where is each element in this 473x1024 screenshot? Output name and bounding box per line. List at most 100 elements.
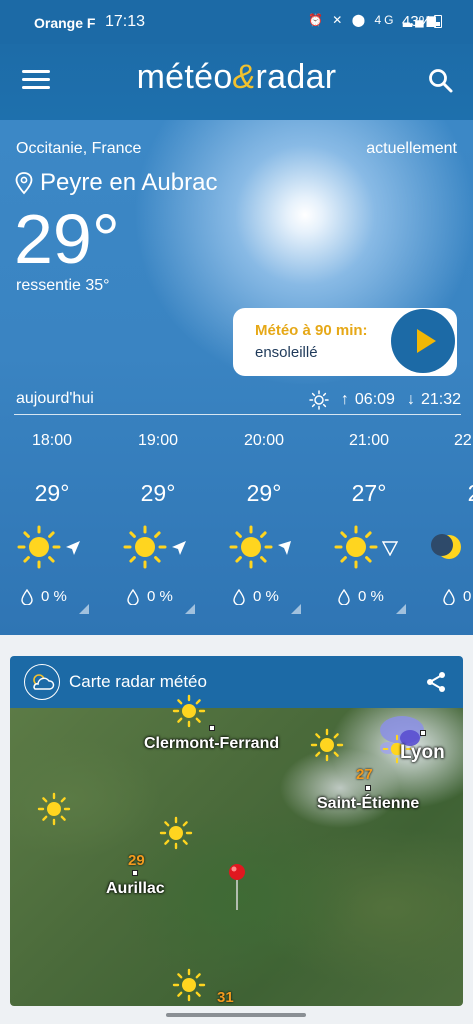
search-icon — [429, 69, 453, 93]
logo-text-meteo: météo — [136, 58, 233, 96]
location-marker-icon — [229, 864, 245, 910]
rain-percent: 0 % — [358, 588, 384, 605]
expand-corner-icon — [79, 604, 89, 614]
map-sun-icon — [159, 816, 193, 850]
battery-icon — [434, 15, 443, 28]
sunrise-time: 06:09 — [354, 391, 395, 408]
current-temperature: 29° — [14, 200, 120, 278]
temperature-label: 31 — [217, 989, 234, 1006]
app-logo: météo&radar — [0, 58, 473, 97]
rain-chance: 0 % — [21, 588, 67, 605]
alarm-icon: ⏰ — [308, 13, 326, 27]
app-header: météo&radar — [0, 44, 473, 120]
logo-text-radar: radar — [255, 58, 337, 96]
sun-outline-icon — [309, 390, 329, 410]
rain-percent: 0 % — [41, 588, 67, 605]
city-label-clermont-ferrand: Clermont-Ferrand — [144, 735, 280, 752]
nowcast-title: Météo à 90 min: — [255, 322, 368, 339]
nowcast-card[interactable]: Météo à 90 min: ensoleillé — [233, 308, 457, 376]
rain-percent: 0 % — [463, 588, 473, 605]
share-button[interactable] — [425, 671, 447, 698]
mute-icon: ✕ — [332, 13, 346, 27]
rain-chance: 0 % — [443, 588, 473, 605]
raindrop-icon — [127, 588, 139, 605]
divider — [14, 414, 461, 415]
sun-icon — [17, 525, 61, 569]
hour-time: 20:00 — [243, 432, 285, 449]
raindrop-icon — [338, 588, 350, 605]
city-label-aurillac: Aurillac — [106, 880, 165, 897]
rain-chance: 0 % — [127, 588, 173, 605]
temperature-label: 29 — [128, 852, 145, 869]
rain-chance: 0 % — [233, 588, 279, 605]
hourly-forecast[interactable]: 18:00 29° 0 % 19:00 29° 0 % 20:00 29° 0 … — [0, 420, 473, 630]
current-weather-panel: Occitanie, France actuellement Peyre en … — [0, 120, 473, 635]
status-clock: 17:13 — [105, 13, 146, 30]
city-marker — [365, 785, 371, 791]
radar-title: Carte radar météo — [69, 672, 207, 691]
city-marker — [209, 725, 215, 731]
feels-like: ressentie 35° — [16, 277, 110, 294]
rain-chance: 0 % — [338, 588, 384, 605]
raindrop-icon — [443, 588, 455, 605]
expand-corner-icon — [291, 604, 301, 614]
city-marker — [132, 870, 138, 876]
city-label-lyon: Lyon — [400, 742, 445, 763]
sun-icon — [334, 525, 378, 569]
rain-percent: 0 % — [253, 588, 279, 605]
gesture-navigation-bar[interactable] — [166, 1013, 306, 1017]
map-sun-icon — [310, 728, 344, 762]
raindrop-icon — [21, 588, 33, 605]
sun-icon — [123, 525, 167, 569]
battery-indicator: 43% — [402, 13, 443, 30]
network-type: 4G — [374, 13, 397, 27]
city-marker — [420, 730, 426, 736]
radar-card-header: Carte radar météo — [10, 656, 463, 708]
hour-time: 22:00 — [453, 432, 473, 449]
today-label: aujourd'hui — [16, 390, 94, 407]
search-button[interactable] — [428, 68, 454, 94]
status-bar: Orange F 17:13 ⏰ ✕ ⬤ 4G ▂▄▆ 43% — [0, 0, 473, 44]
sunset-arrow-icon: ↓ — [406, 391, 415, 408]
hour-temp: 29° — [246, 480, 282, 506]
map-sun-icon — [172, 968, 206, 1002]
battery-percent: 43% — [402, 13, 433, 30]
hour-temp: 27° — [351, 480, 387, 506]
radar-card[interactable]: Carte radar météo Clermont-Ferrand Lyon … — [10, 656, 463, 1006]
wind-direction-icon — [382, 541, 398, 556]
expand-corner-icon — [185, 604, 195, 614]
place-name: Peyre en Aubrac — [40, 169, 218, 196]
wind-direction-icon — [278, 541, 291, 555]
raindrop-icon — [233, 588, 245, 605]
rain-percent: 0 % — [147, 588, 173, 605]
temperature-label: 27 — [356, 766, 373, 783]
hour-time: 18:00 — [31, 432, 73, 449]
nowcast-text: ensoleillé — [255, 344, 318, 361]
share-icon — [427, 672, 445, 692]
location-icon: ⬤ — [351, 13, 369, 27]
today-row: aujourd'hui ↑ 06:09 ↓ 21:32 — [16, 390, 461, 410]
map-sun-icon — [37, 792, 71, 826]
city-label-saint-etienne: Saint-Étienne — [317, 795, 420, 812]
sunrise-arrow-icon: ↑ — [340, 391, 349, 408]
wind-direction-icon — [66, 541, 80, 555]
sunset-time: 21:32 — [420, 391, 461, 408]
moon-icon — [431, 534, 461, 559]
hour-temp: 29° — [34, 480, 70, 506]
map-sun-icon — [172, 694, 206, 728]
nowcast-play-button[interactable] — [391, 309, 455, 373]
wind-direction-icon — [172, 541, 186, 555]
now-label: actuellement — [366, 140, 457, 157]
radar-weather-icon — [24, 664, 60, 700]
carrier-name: Orange F — [34, 15, 96, 31]
expand-corner-icon — [396, 604, 406, 614]
hour-time: 19:00 — [137, 432, 179, 449]
sun-times: ↑ 06:09 ↓ 21:32 — [309, 390, 461, 410]
hour-temp: 29° — [140, 480, 176, 506]
hour-temp: 2 — [419, 480, 473, 507]
location-row[interactable]: Peyre en Aubrac — [14, 169, 217, 197]
region-label: Occitanie, France — [16, 140, 142, 157]
radar-map[interactable]: Clermont-Ferrand Lyon 27 Saint-Étienne 2… — [10, 694, 463, 1006]
sun-icon — [229, 525, 273, 569]
hour-time: 21:00 — [348, 432, 390, 449]
